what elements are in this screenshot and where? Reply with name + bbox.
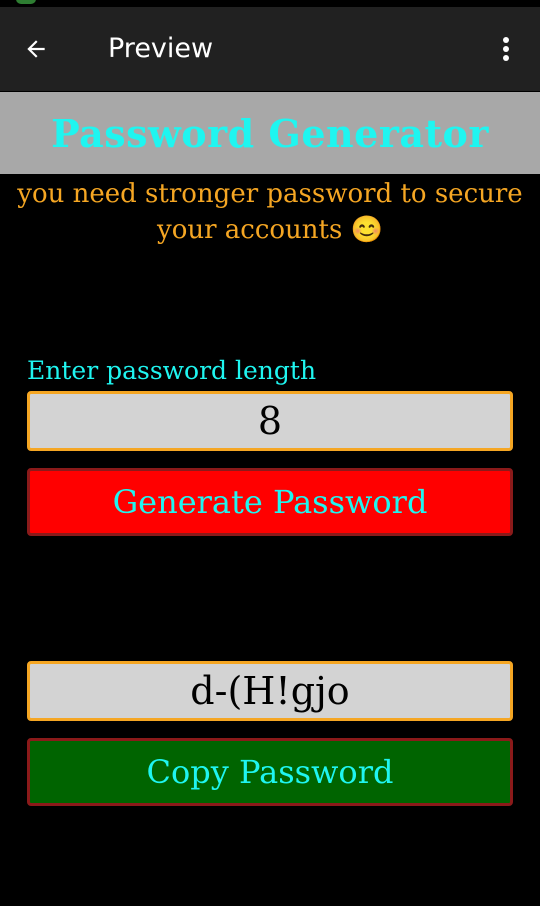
overflow-menu-button[interactable]: [486, 27, 526, 71]
status-bar: [0, 0, 540, 7]
password-length-input[interactable]: 8: [27, 391, 513, 451]
generated-password-field[interactable]: d-(H!gjo: [27, 661, 513, 721]
length-label: Enter password length: [27, 356, 317, 385]
header-banner: Password Generator: [0, 92, 540, 174]
notification-icon: [16, 0, 36, 4]
subtitle-text: you need stronger password to secure you…: [17, 179, 523, 245]
back-button[interactable]: [14, 27, 58, 71]
app-title: Preview: [108, 33, 214, 64]
arrow-left-icon: [27, 40, 45, 58]
page-title: Password Generator: [51, 110, 489, 156]
generate-password-button[interactable]: Generate Password: [27, 468, 513, 536]
app-bar: Preview: [0, 7, 540, 91]
more-vert-icon: [503, 37, 509, 61]
copy-password-button[interactable]: Copy Password: [27, 738, 513, 806]
